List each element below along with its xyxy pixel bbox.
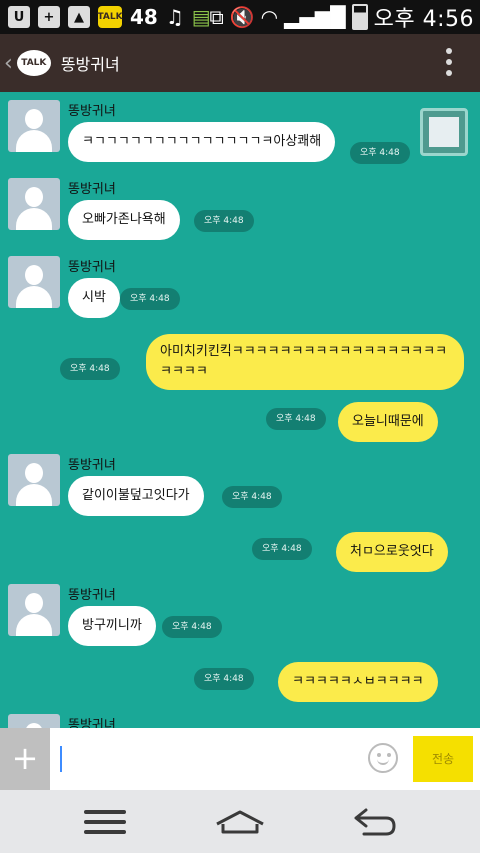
status-bar: U + ▲ TALK 48 ♫ ▤ ⧉ 🔇 ◠ ▂▄▆█ 오후 4:56	[0, 0, 480, 34]
message-time: 오후 4:48	[194, 668, 254, 690]
avatar[interactable]	[8, 454, 60, 506]
message-bubble[interactable]: 같이이불덮고잇다가	[68, 476, 204, 516]
sender-name: 똥방귀녀	[68, 718, 116, 728]
message-bubble[interactable]: 아미치키킨킥ㅋㅋㅋㅋㅋㅋㅋㅋㅋㅋㅋㅋㅋㅋㅋㅋㅋㅋㅋㅋㅋㅋ	[146, 334, 464, 390]
signal-icon: ▂▄▆█	[284, 5, 346, 29]
message-time: 오후 4:48	[222, 486, 282, 508]
message-input[interactable]	[60, 746, 62, 772]
sender-name: 똥방귀녀	[68, 182, 116, 197]
sender-name: 똥방귀녀	[68, 588, 116, 603]
message-time: 오후 4:48	[252, 538, 312, 560]
sender-name: 똥방귀녀	[68, 104, 116, 119]
message-bubble[interactable]: 시박	[68, 278, 120, 318]
memo-icon: ▤	[191, 5, 211, 29]
chat-header: ‹ TALK 똥방귀녀	[0, 34, 480, 92]
screen-share-icon: ⧉	[209, 5, 224, 29]
clock: 오후 4:56	[373, 7, 474, 32]
avatar[interactable]	[8, 584, 60, 636]
sender-name: 똥방귀녀	[68, 260, 116, 275]
send-button[interactable]: 전송	[413, 736, 473, 782]
message-time: 오후 4:48	[350, 142, 410, 164]
avatar[interactable]	[8, 714, 60, 728]
chat-messages[interactable]: 똥방귀녀 ㅋㄱㄱㄱㄱㄱㄱㄱㄱㄱㄱㄱㄱㄱㄱㅋ아상쾌해 오후 4:48 똥방귀녀 오…	[0, 92, 480, 728]
message-time: 오후 4:48	[162, 616, 222, 638]
talk-logo[interactable]: TALK	[16, 50, 51, 76]
lg-app-icon: U	[8, 6, 30, 28]
notification-count: 48	[130, 5, 158, 29]
avatar[interactable]	[8, 100, 60, 152]
gallery-icon: ▲	[68, 6, 90, 28]
music-icon: ♫	[165, 5, 184, 29]
message-bubble[interactable]: 오빠가존나욕해	[68, 200, 180, 240]
message-time: 오후 4:48	[60, 358, 120, 380]
chat-title: 똥방귀녀	[60, 55, 120, 74]
attach-button[interactable]: +	[0, 728, 50, 790]
kakaotalk-icon: TALK	[97, 6, 123, 28]
wifi-icon: ◠	[260, 5, 279, 29]
photo-thumbnail[interactable]	[420, 108, 468, 156]
message-bubble[interactable]: 오늘니때문에	[338, 402, 438, 442]
more-vertical-icon[interactable]	[446, 48, 454, 76]
smiley-icon[interactable]	[368, 743, 398, 773]
home-icon[interactable]	[215, 810, 265, 834]
sender-name: 똥방귀녀	[68, 458, 116, 473]
back-arrow-icon[interactable]	[352, 808, 398, 836]
medical-plus-icon: +	[38, 6, 60, 28]
message-input-bar: + 전송	[0, 728, 480, 790]
chevron-left-icon[interactable]: ‹	[4, 51, 13, 76]
battery-icon	[351, 4, 368, 30]
message-time: 오후 4:48	[120, 288, 180, 310]
message-time: 오후 4:48	[266, 408, 326, 430]
message-time: 오후 4:48	[194, 210, 254, 232]
message-bubble[interactable]: ㅋㄱㄱㄱㄱㄱㄱㄱㄱㄱㄱㄱㄱㄱㄱㅋ아상쾌해	[68, 122, 336, 162]
mute-icon: 🔇	[229, 5, 255, 29]
message-bubble[interactable]: 방구끼니까	[68, 606, 156, 646]
message-bubble[interactable]: ㅋㅋㅋㅋㅋㅅㅂㅋㅋㅋㅋ	[278, 662, 438, 702]
avatar[interactable]	[8, 256, 60, 308]
system-nav-bar	[0, 790, 480, 853]
menu-icon[interactable]	[84, 804, 126, 840]
avatar[interactable]	[8, 178, 60, 230]
message-bubble[interactable]: 처ㅁ으로웃엇다	[336, 532, 448, 572]
